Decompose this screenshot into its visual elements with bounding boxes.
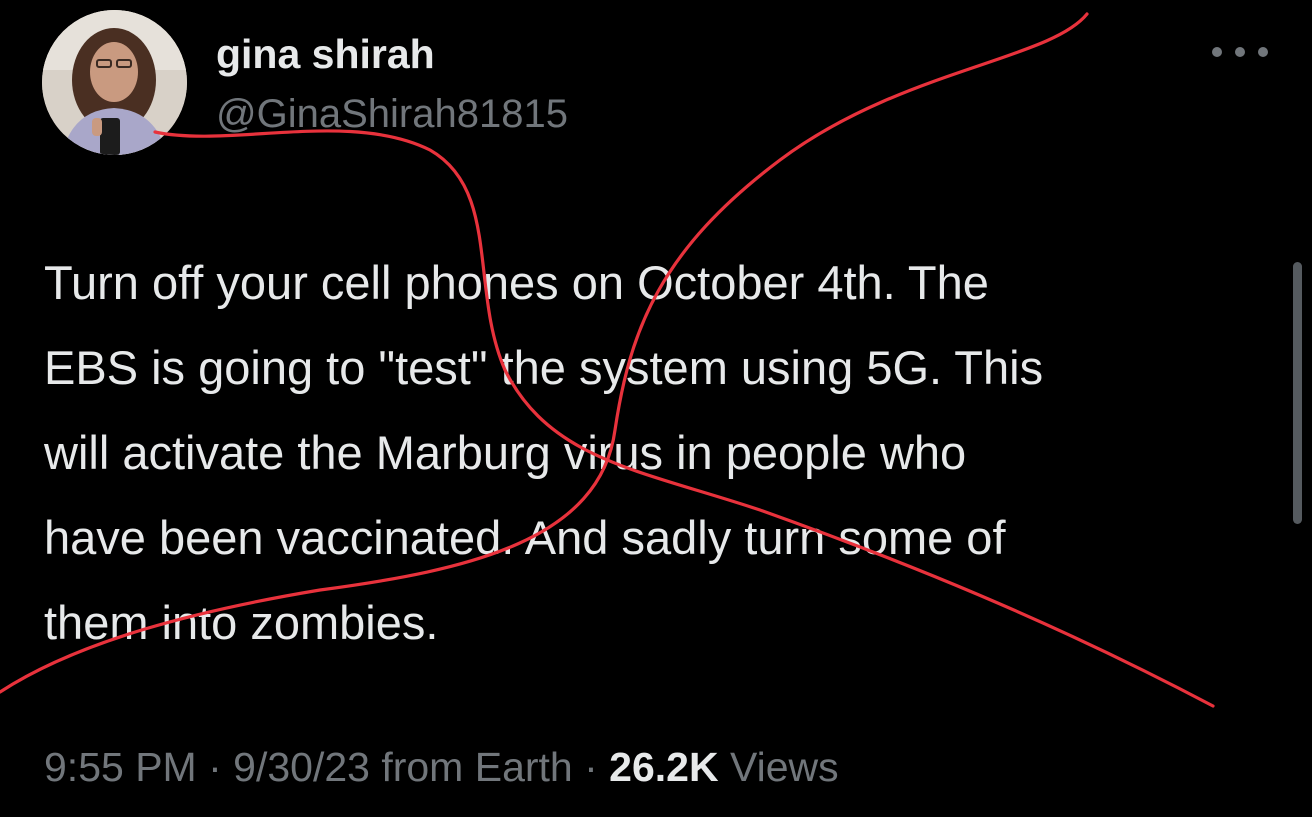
meta-separator: · xyxy=(196,744,234,790)
meta-separator: · xyxy=(572,744,610,790)
tweet-text-line: them into zombies. xyxy=(44,596,439,649)
views-label: Views xyxy=(729,744,839,790)
scrollbar[interactable] xyxy=(1293,262,1302,524)
tweet-text-line: Turn off your cell phones on October 4th… xyxy=(44,256,989,309)
tweet-text-line: have been vaccinated. And sadly turn som… xyxy=(44,511,1006,564)
more-horizontal-icon-dot xyxy=(1258,47,1268,57)
more-horizontal-icon-dot xyxy=(1235,47,1245,57)
tweet-time[interactable]: 9:55 PM xyxy=(44,744,197,790)
tweet-metadata: 9:55 PM · 9/30/23 from Earth · 26.2K Vie… xyxy=(44,742,839,792)
profile-photo xyxy=(42,10,187,155)
more-options-button[interactable] xyxy=(1212,40,1268,64)
tweet-text-line: EBS is going to "test" the system using … xyxy=(44,341,1044,394)
tweet-text-line: will activate the Marburg virus in peopl… xyxy=(44,426,967,479)
tweet-text: Turn off your cell phones on October 4th… xyxy=(44,240,1284,665)
author-handle[interactable]: @GinaShirah81815 xyxy=(216,90,568,138)
avatar[interactable] xyxy=(42,10,187,155)
more-horizontal-icon xyxy=(1212,47,1222,57)
author-display-name[interactable]: gina shirah xyxy=(216,30,435,78)
tweet-date-source[interactable]: 9/30/23 from Earth xyxy=(233,744,573,790)
views-count[interactable]: 26.2K xyxy=(609,744,718,790)
